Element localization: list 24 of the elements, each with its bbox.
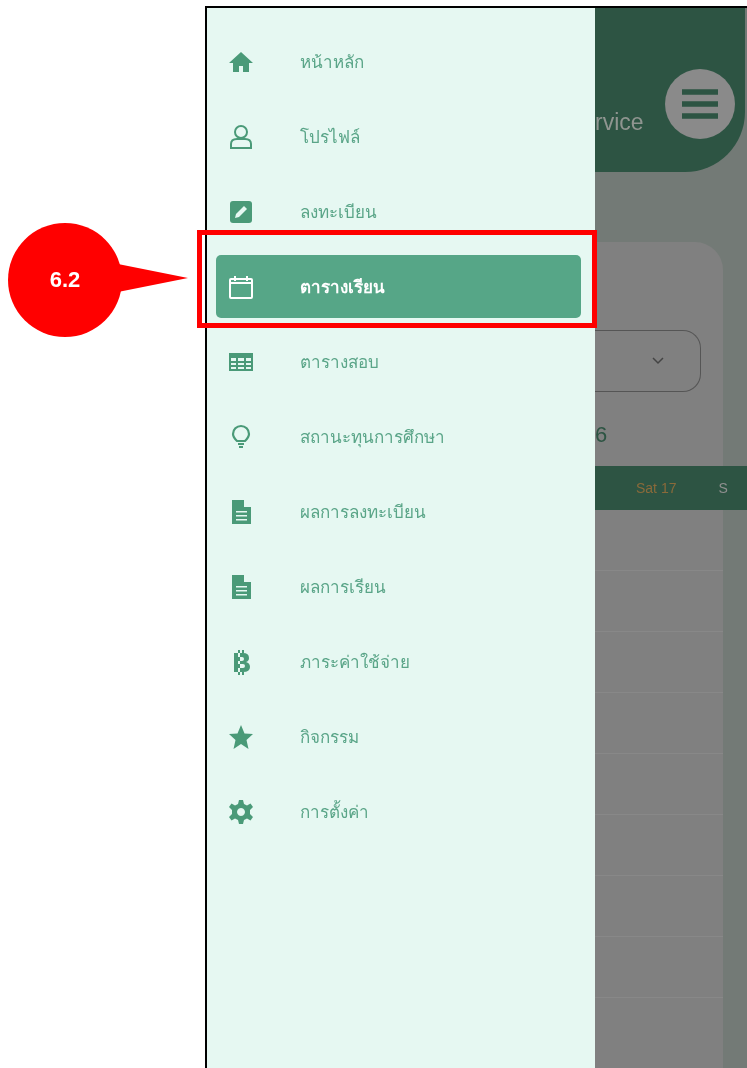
menu-item[interactable]: ผลการลงทะเบียน — [216, 480, 581, 543]
menu-item[interactable]: ตารางเรียน — [216, 255, 581, 318]
menu-item[interactable]: หน้าหลัก — [216, 30, 581, 93]
callout-badge: 6.2 — [8, 223, 122, 337]
pencil-icon — [228, 198, 254, 225]
menu-item[interactable]: กิจกรรม — [216, 705, 581, 768]
user-icon — [228, 123, 254, 150]
dropdown-field[interactable] — [595, 330, 701, 392]
app-title: rvice — [595, 109, 644, 136]
menu-icon — [682, 89, 718, 119]
menu-item[interactable]: การตั้งค่า — [216, 780, 581, 843]
year-text: 6 — [595, 422, 609, 448]
menu-item[interactable]: ลงทะเบียน — [216, 180, 581, 243]
chevron-icon — [652, 357, 664, 365]
menu-item[interactable]: ภาระค่าใช้จ่าย — [216, 630, 581, 693]
menu-item[interactable]: สถานะทุนการศึกษา — [216, 405, 581, 468]
column-header: Sat 17 — [636, 480, 677, 496]
menu-item[interactable]: ตารางสอบ — [216, 330, 581, 393]
calendar-icon — [228, 273, 254, 300]
menu-item[interactable]: ผลการเรียน — [216, 555, 581, 618]
star-icon — [228, 723, 254, 750]
menu-item[interactable]: โปรไฟล์ — [216, 105, 581, 168]
column-header: S — [718, 480, 728, 496]
settings-icon — [228, 798, 254, 825]
